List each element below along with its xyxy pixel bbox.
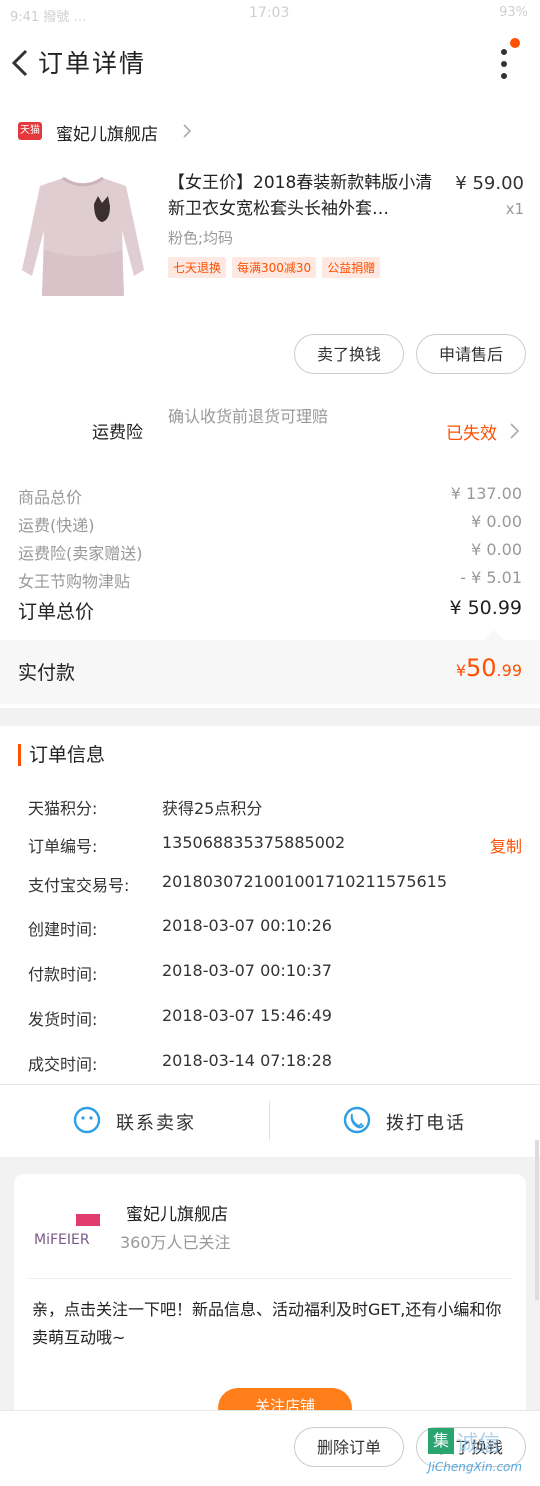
fee-value: ¥ 0.00 (471, 540, 522, 559)
follower-count: 360万人已关注 (120, 1233, 231, 1252)
status-left: 9:41 撥號 … (10, 10, 87, 25)
paid-amount: ¥50.99 (456, 654, 522, 682)
shop-row[interactable]: 天猫 蜜妃儿旗舰店 (0, 100, 540, 162)
watermark-box: 集 (428, 1428, 454, 1454)
paid-label: 实付款 (18, 662, 76, 684)
contact-bar: 联系卖家 拨打电话 (0, 1084, 540, 1157)
chevron-right-icon (510, 423, 520, 439)
paid-integer: 50 (466, 654, 497, 682)
fee-value: - ¥ 5.01 (460, 568, 522, 587)
product-price: ¥ 59.00 (455, 173, 524, 194)
call-phone-button[interactable]: 拨打电话 (386, 1109, 466, 1135)
sell-for-cash-button[interactable]: 卖了换钱 (294, 334, 404, 374)
fee-value: ¥ 137.00 (450, 484, 522, 503)
fee-row: 商品总价 ¥ 137.00 (18, 484, 522, 508)
paid-decimal: .99 (496, 661, 522, 680)
shop-logo-text: MiFEIER (34, 1232, 90, 1248)
after-sale-button[interactable]: 申请售后 (416, 334, 526, 374)
fee-row: 女王节购物津贴 - ¥ 5.01 (18, 568, 522, 592)
phone-icon (343, 1106, 371, 1134)
divider (269, 1101, 270, 1141)
caret-up-icon (484, 630, 504, 640)
contact-seller-button[interactable]: 联系卖家 (116, 1109, 196, 1135)
chevron-right-icon (183, 124, 192, 138)
shipping-insurance-desc: 确认收货前退货可理赔 (168, 407, 329, 426)
info-value: 获得25点积分 (162, 799, 263, 818)
scrollbar[interactable] (535, 1140, 539, 1300)
info-value: 2018-03-07 15:46:49 (162, 1006, 332, 1025)
fee-row: 运费险(卖家赠送) ¥ 0.00 (18, 540, 522, 564)
product-image[interactable] (18, 170, 148, 310)
chat-icon (73, 1106, 101, 1134)
info-value: 2018-03-07 00:10:37 (162, 961, 332, 980)
shipping-insurance-label: 运费险 (92, 423, 143, 443)
tag-discount: 每满300减30 (232, 257, 317, 278)
info-value: 2018030721001001710211575615 (162, 872, 448, 891)
divider (28, 1278, 512, 1279)
fee-label: 商品总价 (18, 488, 83, 507)
tmall-badge: 天猫 (18, 122, 42, 140)
shop-name: 蜜妃儿旗舰店 (56, 125, 158, 145)
more-options-icon[interactable] (496, 46, 512, 82)
product-sku: 粉色;均码 (168, 229, 234, 247)
fee-value: ¥ 0.00 (471, 512, 522, 531)
shop-logo[interactable]: MiFEIER (32, 1210, 104, 1250)
info-value: 135068835375885002 (162, 833, 346, 852)
info-label: 天猫积分: (28, 799, 98, 818)
fee-label: 运费险(卖家赠送) (18, 544, 143, 563)
follow-message: 亲，点击关注一下吧！新品信息、活动福利及时GET,还有小编和你卖萌互动哦~ (32, 1300, 502, 1347)
info-label: 发货时间: (28, 1010, 98, 1029)
delete-order-button[interactable]: 删除订单 (294, 1427, 404, 1467)
status-bar: 9:41 撥號 … 17:03 93% (0, 0, 540, 28)
order-info-card (0, 726, 540, 1084)
follow-shop-name: 蜜妃儿旗舰店 (126, 1205, 228, 1225)
copy-order-number-button[interactable]: 复制 (490, 833, 522, 857)
watermark: 集 诚信 JiChengXin.com (424, 1420, 534, 1480)
service-tags: 七天退换 每满300减30 公益捐赠 (168, 257, 386, 278)
shipping-insurance-status[interactable]: 已失效 (446, 419, 497, 444)
notification-dot (510, 38, 520, 48)
follow-shop-card: MiFEIER 蜜妃儿旗舰店 360万人已关注 亲，点击关注一下吧！新品信息、活… (14, 1174, 526, 1434)
info-label: 创建时间: (28, 920, 98, 939)
back-arrow-icon[interactable] (8, 48, 32, 78)
info-label: 支付宝交易号: (28, 876, 130, 895)
order-total-value: ¥ 50.99 (449, 597, 522, 619)
watermark-url: JiChengXin.com (428, 1460, 523, 1474)
watermark-title: 诚信 (456, 1432, 501, 1457)
product-quantity: x1 (505, 200, 524, 218)
status-time: 17:03 (249, 5, 290, 21)
order-total-row: 订单总价 ¥ 50.99 (18, 597, 522, 624)
info-label: 订单编号: (28, 837, 98, 856)
info-value: 2018-03-07 00:10:26 (162, 916, 332, 935)
paid-amount-row: 实付款 ¥50.99 (0, 640, 540, 704)
product-title[interactable]: 【女王价】2018春装新款韩版小清新卫衣女宽松套头长袖外套… (168, 170, 446, 222)
order-total-label: 订单总价 (18, 601, 95, 623)
fee-label: 运费(快递) (18, 516, 95, 535)
tag-charity: 公益捐赠 (322, 257, 381, 278)
navigation-bar: 订单详情 (0, 28, 540, 100)
fee-row: 运费(快递) ¥ 0.00 (18, 512, 522, 536)
battery-level: 93% (499, 5, 528, 20)
order-info-heading: 订单信息 (18, 744, 105, 766)
info-value: 2018-03-14 07:18:28 (162, 1051, 332, 1070)
fee-label: 女王节购物津贴 (18, 572, 131, 591)
info-label: 付款时间: (28, 965, 98, 984)
info-label: 成交时间: (28, 1055, 98, 1074)
paid-currency: ¥ (455, 661, 466, 680)
tag-return: 七天退换 (168, 257, 227, 278)
page-title: 订单详情 (38, 49, 147, 78)
